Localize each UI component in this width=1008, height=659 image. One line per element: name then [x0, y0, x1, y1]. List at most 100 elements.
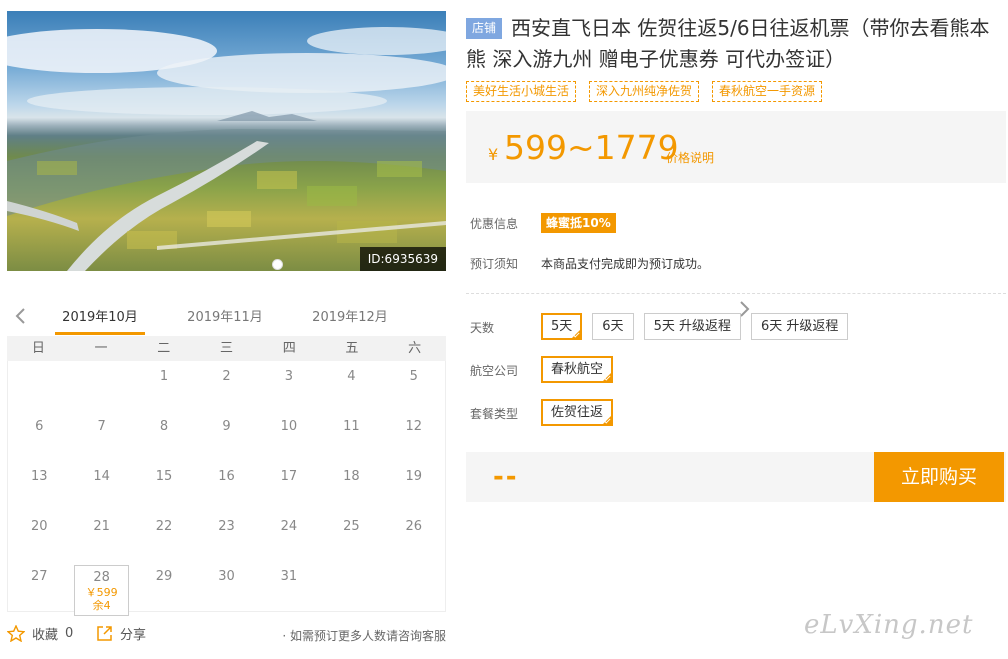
tab-month-2[interactable]: 2019年11月 [180, 306, 270, 325]
calendar-day[interactable]: 27 [8, 561, 70, 611]
product-photo[interactable]: ID:6935639 [7, 11, 446, 271]
calendar-day[interactable]: 4 [320, 361, 382, 411]
day-number: 3 [284, 369, 294, 384]
day-number: 19 [405, 469, 423, 484]
day-price: ￥599 [85, 586, 118, 599]
calendar-day[interactable]: 16 [195, 461, 257, 511]
option-days-5-upgrade[interactable]: 5天 升级返程 [643, 313, 741, 340]
month-tabs: 2019年10月 2019年11月 2019年12月 [7, 300, 750, 336]
calendar-day[interactable]: 3 [258, 361, 320, 411]
calendar-day[interactable]: 19 [383, 461, 445, 511]
product-title: 西安直飞日本 佐贺往返5/6日往返机票（带你去看熊本熊 深入游九州 赠电子优惠券… [466, 16, 990, 71]
favorite-count: 0 [65, 626, 74, 641]
day-number: 6 [35, 419, 44, 434]
tab-month-1[interactable]: 2019年10月 [55, 306, 145, 335]
day-number: 18 [343, 469, 360, 484]
calendar-day[interactable]: 13 [8, 461, 70, 511]
calendar-day[interactable]: 2 [195, 361, 257, 411]
prev-month-icon[interactable] [13, 307, 29, 325]
option-days-5[interactable]: 5天 [541, 313, 583, 340]
day-number: 30 [218, 569, 235, 584]
weekday-header: 日一二三四五六 [7, 336, 446, 361]
day-number: 26 [405, 519, 423, 534]
calendar-day[interactable]: 18 [320, 461, 382, 511]
day-number: 1 [159, 369, 169, 384]
day-number: 9 [222, 419, 231, 434]
star-icon [7, 625, 25, 642]
calendar-day[interactable]: 10 [258, 411, 320, 461]
weekday-label: 四 [282, 341, 296, 356]
calendar-day[interactable]: 11 [320, 411, 382, 461]
price-panel: ¥ 599~1779 价格说明 [466, 111, 1006, 183]
calendar-day[interactable]: 22 [133, 511, 195, 561]
calendar-day[interactable]: 1 [133, 361, 195, 411]
date-calendar: 2019年10月 2019年11月 2019年12月 日一二三四五六 12345… [7, 300, 750, 616]
buy-now-button[interactable]: 立即购买 [874, 452, 1004, 502]
day-number: 24 [280, 519, 298, 534]
favorite-button[interactable]: 收藏 0 [7, 624, 73, 643]
feature-tag: 美好生活小城生活 [466, 81, 577, 102]
feature-tags: 美好生活小城生活 深入九州纯净佐贺 春秋航空一手资源 [466, 81, 823, 102]
promo-badge: 蜂蜜抵10% [541, 213, 616, 233]
calendar-day[interactable]: 21 [70, 511, 132, 561]
calendar-day[interactable]: 8 [133, 411, 195, 461]
share-button[interactable]: 分享 [96, 624, 146, 643]
package-options: 佐贺往返 [541, 399, 614, 426]
price-explanation-link[interactable]: 价格说明 [666, 149, 714, 166]
calendar-day[interactable]: 5 [383, 361, 445, 411]
calendar-day[interactable]: 26 [383, 511, 445, 561]
calendar-day[interactable]: 31 [258, 561, 320, 611]
airline-options: 春秋航空 [541, 356, 614, 383]
calendar-day[interactable]: 6 [8, 411, 70, 461]
calendar-day[interactable]: 15 [133, 461, 195, 511]
calendar-day[interactable]: 7 [70, 411, 132, 461]
section-divider [466, 293, 1006, 294]
days-label: 天数 [470, 321, 495, 335]
weekday-label: 三 [219, 341, 233, 356]
option-airline-spring[interactable]: 春秋航空 [541, 356, 614, 383]
calendar-day[interactable]: 14 [70, 461, 132, 511]
day-number: 22 [155, 519, 173, 534]
calendar-empty-cell [8, 361, 70, 411]
airline-label: 航空公司 [470, 364, 519, 378]
day-number: 13 [30, 469, 48, 484]
day-number: 21 [93, 519, 110, 534]
option-package-saga[interactable]: 佐贺往返 [541, 399, 614, 426]
calendar-empty-cell [383, 561, 445, 611]
day-number: 4 [347, 369, 356, 384]
carousel-dot[interactable] [272, 259, 283, 270]
calendar-empty-cell [70, 361, 132, 411]
day-number: 20 [30, 519, 48, 534]
day-number: 25 [343, 519, 360, 534]
total-price: -- [493, 462, 519, 492]
action-bar: 收藏 0 分享 · 如需预订更多人数请咨询客服 [7, 624, 446, 646]
calendar-day[interactable]: 12 [383, 411, 445, 461]
option-days-6[interactable]: 6天 [592, 313, 634, 340]
currency-symbol: ¥ [488, 145, 499, 164]
weekday-label: 五 [345, 341, 359, 356]
consult-note: · 如需预订更多人数请咨询客服 [282, 629, 446, 643]
calendar-day[interactable]: 30 [195, 561, 257, 611]
option-days-6-upgrade[interactable]: 6天 升级返程 [750, 313, 849, 340]
calendar-day[interactable]: 20 [8, 511, 70, 561]
day-number: 16 [218, 469, 235, 484]
calendar-day[interactable]: 23 [195, 511, 257, 561]
weekday-label: 六 [408, 341, 422, 356]
day-number: 10 [280, 419, 298, 434]
promo-label: 优惠信息 [470, 217, 519, 231]
calendar-day[interactable]: 9 [195, 411, 257, 461]
days-options: 5天 6天 5天 升级返程 6天 升级返程 [541, 313, 849, 340]
day-number: 23 [218, 519, 235, 534]
calendar-day[interactable]: 25 [320, 511, 382, 561]
day-grid: 1 2 3 4 5 6 7 8 9 10 11 12 13 14 15 16 17 18 19 20 21 22 23 24 2… [7, 361, 446, 616]
calendar-day[interactable]: 29 [133, 561, 195, 611]
feature-tag: 深入九州纯净佐贺 [589, 81, 700, 102]
tab-month-3[interactable]: 2019年12月 [305, 306, 395, 325]
calendar-day-available[interactable]: 28 ￥599 余4 [74, 565, 129, 616]
calendar-day[interactable]: 17 [258, 461, 320, 511]
photo-id-label: ID:6935639 [359, 247, 446, 271]
share-icon [97, 626, 112, 641]
day-number: 11 [343, 419, 360, 434]
calendar-day[interactable]: 24 [258, 511, 320, 561]
aerial-landscape-image [7, 27, 446, 271]
